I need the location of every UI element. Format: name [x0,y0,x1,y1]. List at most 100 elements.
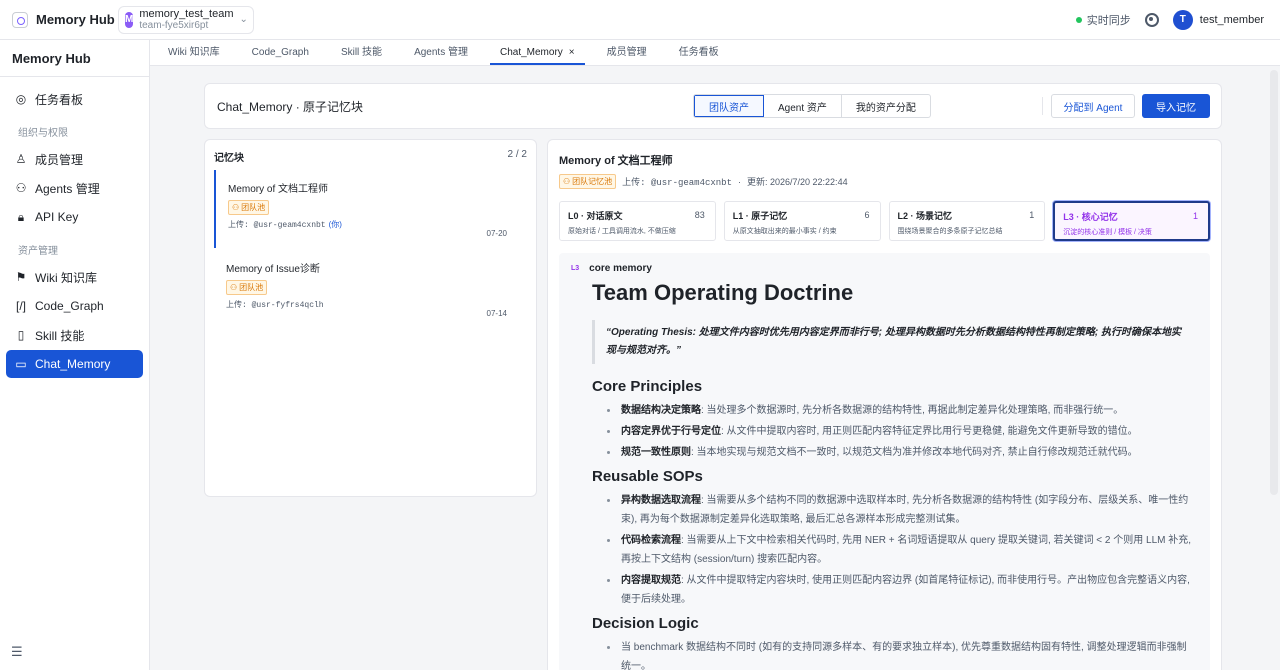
sidebar-item-label: API Key [35,210,79,224]
sidebar-item-label: Wiki 知识库 [35,270,97,285]
list-item-date: 07-20 [486,229,507,238]
sidebar: Memory Hub ◎ 任务看板 组织与权限 ♙ 成员管理 ⚇ Agents … [0,40,150,670]
item-text: : 当处理多个数据源时, 先分析各数据源的结构特性, 再据此制定差异化处理策略,… [701,405,1124,416]
pool-badge-label: 团队池 [239,283,264,292]
gear-icon[interactable] [1144,12,1159,27]
segment-my-allocation[interactable]: 我的资产分配 [842,95,930,117]
tab-label: 成员管理 [606,47,647,58]
brand[interactable]: Memory Hub [0,11,116,28]
level-card-l0[interactable]: L0 · 对话原文 83 原始对话 / 工具调用流水, 不做压缩 [559,201,716,241]
segment-agent-assets[interactable]: Agent 资产 [764,95,842,117]
level-name: L2 · 场景记忆 [897,211,953,221]
document-title: Team Operating Doctrine [592,280,854,305]
sidebar-item-skills[interactable]: ▯ Skill 技能 [6,321,143,349]
list-item: 规范一致性原则: 当本地实现与规范文档不一致时, 以规范文档为准并修改本地代码对… [607,443,1192,462]
tab-wiki[interactable]: Wiki 知识库 [158,39,230,65]
list-item-title: Memory of 文档工程师 [228,184,329,195]
menu-icon[interactable]: ☰ [11,644,23,660]
code-icon: [/] [15,299,26,313]
detail-meta: ⚇ 团队记忆池 上传: @usr-geam4cxnbt · 更新: 2026/7/… [559,174,1210,189]
updated-time: 更新: 2026/7/20 22:22:44 [747,177,848,187]
section-heading: Decision Logic [592,615,699,632]
you-label: (你) [328,220,342,229]
list-item-title: Memory of Issue诊断 [226,264,320,275]
sidebar-item-wiki[interactable]: ⚑ Wiki 知识库 [6,263,143,291]
item-text: : 当需要从多个结构不同的数据源中选取样本时, 先分析各数据源的结构特性 (如字… [621,495,1189,525]
tab-chat-memory[interactable]: Chat_Memory × [489,39,585,65]
section-list: 异构数据选取流程: 当需要从多个结构不同的数据源中选取样本时, 先分析各数据源的… [607,491,1192,609]
section-list: 数据结构决定策略: 当处理多个数据源时, 先分析各数据源的结构特性, 再据此制定… [607,401,1192,462]
level-count: 6 [864,210,870,220]
level-desc: 原始对话 / 工具调用流水, 不做压缩 [568,228,676,235]
team-switcher[interactable]: M memory_test_team team-fye5xir6pt ⌄ [118,5,254,34]
item-text: : 当本地实现与规范文档不一致时, 以规范文档为准并修改本地代码对齐, 禁止自行… [691,447,1138,458]
memory-document: L3 core memory Team Operating Doctrine “… [559,253,1210,670]
level-badge: L3 [571,265,580,272]
sidebar-section-title: 组织与权限 [18,128,68,139]
list-item: 内容定界优于行号定位: 从文件中提取内容时, 用正则匹配内容特征定界比用行号更稳… [607,422,1192,441]
tab-label: 任务看板 [678,47,719,58]
close-icon[interactable]: × [569,47,575,58]
user-icon: ♙ [15,152,27,166]
sidebar-item-label: Skill 技能 [35,328,85,343]
uploader: 上传: @usr-geam4cxnbt (你) [228,219,515,230]
item-text: : 当需要从上下文中检索相关代码时, 先用 NER + 名词短语提取从 quer… [621,535,1192,565]
sync-label: 实时同步 [1086,14,1131,27]
user-menu[interactable]: T test_member [1172,9,1264,30]
tab-agents[interactable]: Agents 管理 [404,39,478,65]
segment-team-assets[interactable]: 团队资产 [694,95,764,117]
list-title: 记忆块 [214,153,244,164]
level-card-l2[interactable]: L2 · 场景记忆 1 围绕场景聚合的多条原子记忆总结 [888,201,1046,241]
item-bold: 代码检索流程 [621,535,681,546]
import-memory-button[interactable]: 导入记忆 [1142,94,1210,118]
item-bold: 内容提取规范 [621,575,681,586]
level-card-l3[interactable]: L3 · 核心记忆 1 沉淀的核心准则 / 模板 / 决策 [1053,201,1210,241]
list-item[interactable]: Memory of Issue诊断 ⚇ 团队池 上传: @usr-fyfrs4qc… [214,250,527,328]
group-icon: ⚇ [232,203,240,212]
users-icon: ⚇ [15,181,27,195]
team-avatar: M [125,11,134,28]
tab-skills[interactable]: Skill 技能 [331,39,392,65]
level-desc: 围绕场景聚合的多条原子记忆总结 [897,228,1003,235]
sidebar-item-tasks[interactable]: ◎ 任务看板 [6,85,143,113]
uploader: 上传: @usr-geam4cxnbt [622,178,732,188]
separator: · [738,176,741,187]
tab-tasks[interactable]: 任务看板 [669,39,729,65]
page-scrollbar[interactable] [1270,70,1278,495]
pool-badge: ⚇ 团队池 [228,200,270,215]
tab-code-graph[interactable]: Code_Graph [242,39,319,65]
brand-name: Memory Hub [36,12,115,27]
pool-badge: ⚇ 团队记忆池 [559,174,617,189]
team-name: memory_test_team [139,7,234,20]
level-desc: 从原文抽取出来的最小事实 / 约束 [732,228,837,235]
chevron-down-icon: ⌄ [239,14,248,25]
section-heading: Core Principles [592,378,703,395]
group-icon: ⚇ [230,283,238,292]
sidebar-item-api-key[interactable]: 🔒︎ API Key [6,203,143,231]
detail-title: Memory of 文档工程师 [559,155,673,167]
level-desc: 沉淀的核心准则 / 模板 / 决策 [1063,229,1152,236]
list-item[interactable]: Memory of 文档工程师 ⚇ 团队池 上传: @usr-geam4cxnbt… [214,170,527,248]
team-id: team-fye5xir6pt [139,19,209,31]
assign-to-agent-button[interactable]: 分配到 Agent [1051,94,1135,118]
status-dot-icon [1075,16,1082,23]
pool-badge-label: 团队池 [241,203,266,212]
sidebar-item-members[interactable]: ♙ 成员管理 [6,145,143,173]
page-title: Chat_Memory · 原子记忆块 [217,99,364,114]
level-card-l1[interactable]: L1 · 原子记忆 6 从原文抽取出来的最小事实 / 约束 [723,201,881,241]
sidebar-item-agents[interactable]: ⚇ Agents 管理 [6,174,143,202]
logo-icon [12,11,28,28]
memory-detail-panel: Memory of 文档工程师 ⚇ 团队记忆池 上传: @usr-geam4cxn… [547,139,1222,670]
tab-label: Skill 技能 [340,47,383,58]
section-list: 当 benchmark 数据结构不同时 (如有的支持同源多样本、有的要求独立样本… [607,638,1192,670]
sidebar-item-code-graph[interactable]: [/] Code_Graph [6,292,143,320]
sidebar-item-label: Agents 管理 [35,181,100,196]
sidebar-item-chat-memory[interactable]: ▭ Chat_Memory [6,350,143,378]
tab-label: Agents 管理 [414,47,468,58]
section-heading: Reusable SOPs [592,468,703,485]
lock-icon: 🔒︎ [17,210,25,224]
list-item-date: 07-14 [486,309,507,318]
page-header: Chat_Memory · 原子记忆块 团队资产 Agent 资产 我的资产分配… [204,83,1222,129]
tab-label: Chat_Memory [499,47,563,58]
tab-members[interactable]: 成员管理 [597,39,657,65]
